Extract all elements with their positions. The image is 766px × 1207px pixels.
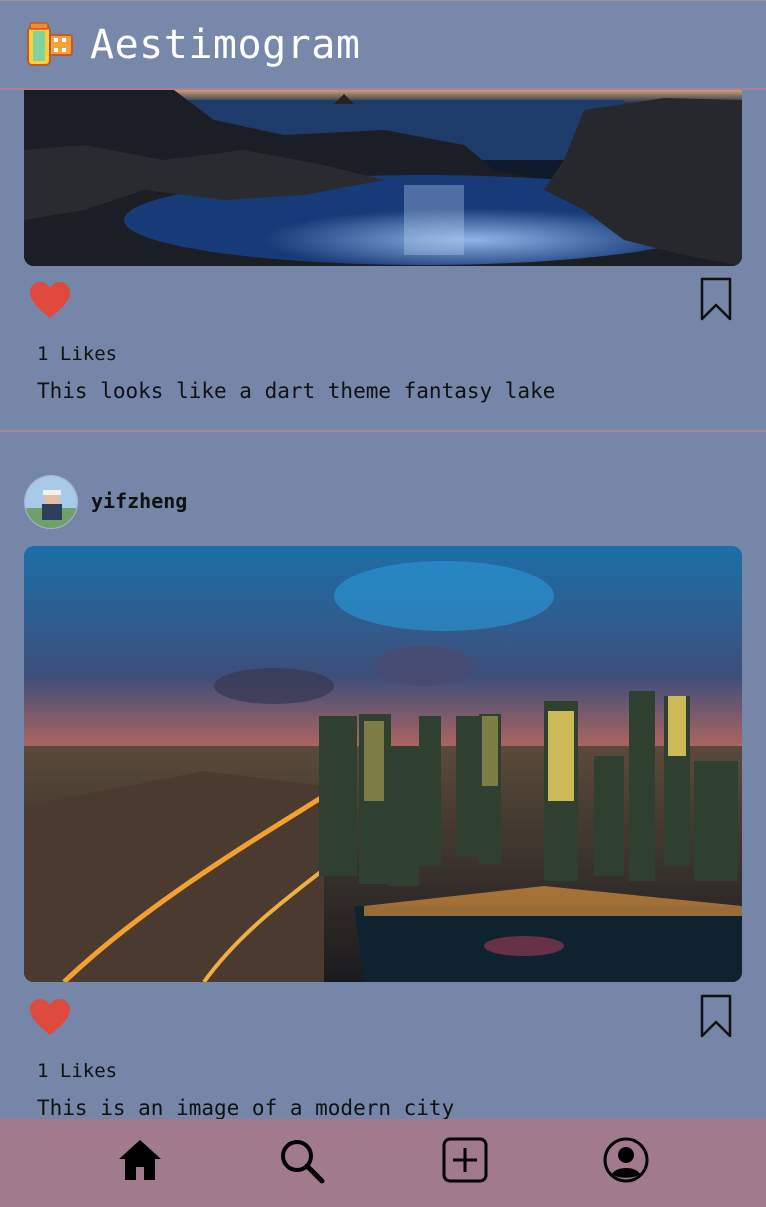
like-heart-icon[interactable] [28,997,72,1037]
add-post-button[interactable] [440,1135,490,1185]
film-roll-icon[interactable] [24,21,76,69]
profile-button[interactable] [601,1135,651,1185]
likes-count: 1 Likes [37,343,118,365]
app-title: Aestimogram [90,21,361,68]
likes-count: 1 Likes [37,1060,118,1082]
post-image[interactable] [24,90,742,266]
lake-photo [24,90,742,266]
bookmark-icon[interactable] [698,994,734,1038]
bookmark-icon[interactable] [698,277,734,321]
app-header: Aestimogram [0,0,766,90]
city-photo [24,546,742,982]
bottom-nav [0,1119,766,1207]
post-image[interactable] [24,546,742,982]
home-icon [119,1140,161,1180]
avatar[interactable] [24,475,78,529]
search-icon [281,1140,325,1184]
post-caption: This is an image of a modern city [37,1096,455,1120]
home-button[interactable] [115,1135,165,1185]
post-username[interactable]: yifzheng [91,489,187,513]
post-divider [0,430,766,432]
like-heart-icon[interactable] [28,280,72,320]
add-post-icon [442,1137,488,1183]
post-caption: This looks like a dart theme fantasy lak… [37,379,556,403]
search-button[interactable] [276,1135,326,1185]
profile-icon [603,1137,649,1183]
